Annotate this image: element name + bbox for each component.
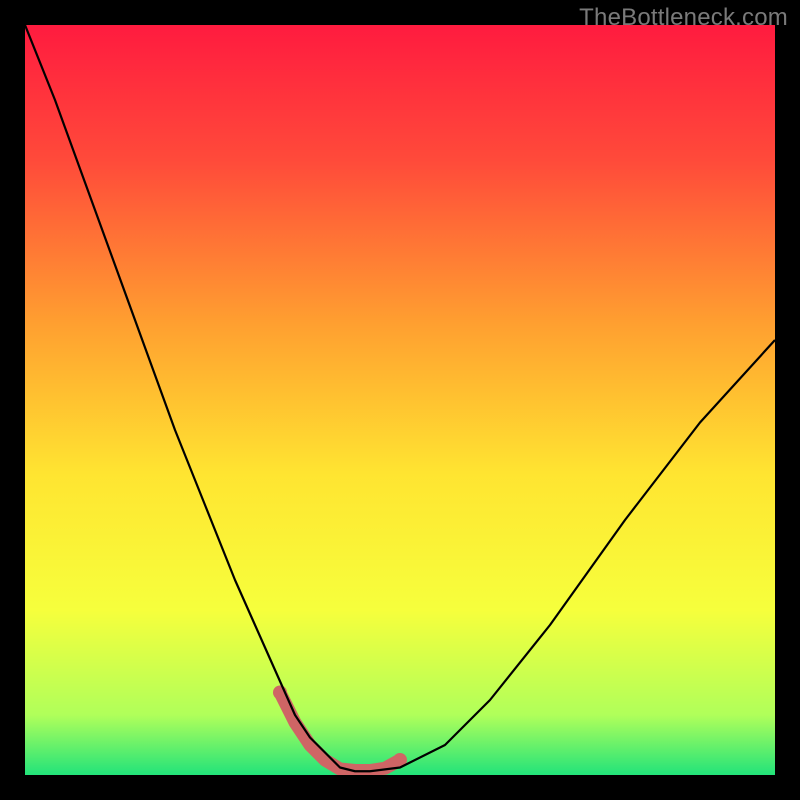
plot-area — [25, 25, 775, 775]
watermark-text: TheBottleneck.com — [579, 4, 788, 32]
chart-frame: TheBottleneck.com — [0, 0, 800, 800]
gradient-background — [25, 25, 775, 775]
chart-svg — [25, 25, 775, 775]
